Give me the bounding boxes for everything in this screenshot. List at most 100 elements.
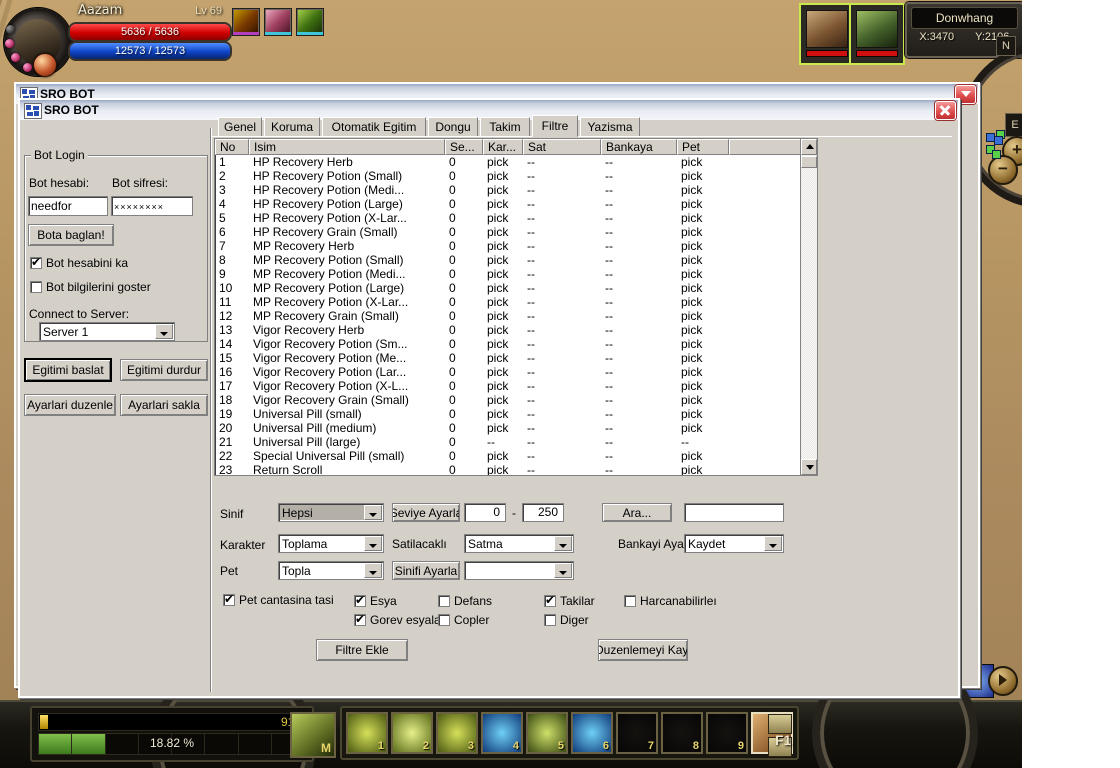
server-select[interactable]: Server 1 bbox=[39, 322, 175, 341]
start-training-button[interactable]: Egitimi baslat bbox=[24, 358, 112, 382]
bot-password-input[interactable]: ×××××××× bbox=[111, 196, 193, 216]
hide-settings-button[interactable]: Ayarlari sakla bbox=[120, 394, 208, 416]
skill-slot[interactable]: 5 bbox=[526, 712, 568, 754]
column-header[interactable]: Se... bbox=[445, 139, 483, 155]
search-button[interactable]: Ara... bbox=[602, 503, 672, 522]
pet-select[interactable]: Topla bbox=[278, 561, 384, 580]
skill-slot[interactable]: 8 bbox=[661, 712, 703, 754]
checkbox-diger[interactable]: Diger bbox=[544, 614, 589, 627]
table-row[interactable]: 19 Universal Pill (small) 0 pick -- -- pick bbox=[215, 407, 817, 421]
table-row[interactable]: 1 HP Recovery Herb 0 pick -- -- pick bbox=[215, 155, 817, 169]
column-header[interactable]: No bbox=[215, 139, 249, 155]
skill-slot[interactable]: 3 bbox=[436, 712, 478, 754]
table-row[interactable]: 5 HP Recovery Potion (X-Lar... 0 pick -- -- pi… bbox=[215, 211, 817, 225]
table-row[interactable]: 9 MP Recovery Potion (Medi... 0 pick -- -- pic… bbox=[215, 267, 817, 281]
show-bot-info-checkbox[interactable]: Bot bilgilerini goster bbox=[30, 281, 151, 294]
checkbox-gorev-esyala[interactable]: Gorev esyala bbox=[354, 612, 441, 627]
table-row[interactable]: 7 MP Recovery Herb 0 pick -- -- pick bbox=[215, 239, 817, 253]
satilacakla-select[interactable]: Satma bbox=[464, 534, 574, 553]
vertical-scrollbar[interactable] bbox=[800, 139, 817, 475]
level-min-input[interactable]: 0 bbox=[464, 503, 506, 522]
save-edit-button[interactable]: Duzenlemeyi Kaydet bbox=[598, 639, 688, 661]
chevron-down-icon[interactable] bbox=[364, 536, 382, 551]
table-row[interactable]: 6 HP Recovery Grain (Small) 0 pick -- -- pick bbox=[215, 225, 817, 239]
skill-slot[interactable]: 7 bbox=[616, 712, 658, 754]
skill-slot[interactable]: 6 bbox=[571, 712, 613, 754]
table-row[interactable]: 3 HP Recovery Potion (Medi... 0 pick -- -- pic… bbox=[215, 183, 817, 197]
table-row[interactable]: 20 Universal Pill (medium) 0 pick -- -- pick bbox=[215, 421, 817, 435]
tab-otomatik-egitim[interactable]: Otomatik Egitim bbox=[322, 117, 426, 136]
filter-table[interactable]: No Isim Se... Kar... Sat Bankaya Pet 1 HP Recov… bbox=[214, 138, 818, 476]
table-row[interactable]: 8 MP Recovery Potion (Small) 0 pick -- -- pick bbox=[215, 253, 817, 267]
checkbox-defans[interactable]: Defans bbox=[438, 595, 492, 608]
chevron-down-icon[interactable] bbox=[364, 563, 382, 578]
connect-bot-button[interactable]: Bota baglan! bbox=[28, 224, 114, 246]
add-filter-button[interactable]: Filtre Ekle bbox=[316, 639, 408, 661]
column-header[interactable]: Sat bbox=[523, 139, 601, 155]
checkbox-pet-cantasina-tasi[interactable]: Pet cantasina tasi bbox=[223, 592, 334, 607]
pet-slot-fox[interactable] bbox=[851, 5, 903, 63]
bot-account-input[interactable]: needfor bbox=[28, 196, 108, 216]
pet-slot-horse[interactable] bbox=[801, 5, 853, 63]
table-row[interactable]: 4 HP Recovery Potion (Large) 0 pick -- -- pick bbox=[215, 197, 817, 211]
tab-koruma[interactable]: Koruma bbox=[264, 117, 320, 136]
table-row[interactable]: 22 Special Universal Pill (small) 0 pick -- -… bbox=[215, 449, 817, 463]
tab-dongu[interactable]: Dongu bbox=[428, 117, 478, 136]
scroll-down-button[interactable] bbox=[801, 459, 817, 475]
chevron-down-icon[interactable] bbox=[554, 563, 572, 578]
tab-yazisma[interactable]: Yazisma bbox=[580, 117, 640, 136]
checkbox-esya[interactable]: Esya bbox=[354, 593, 397, 608]
auto-play-button[interactable] bbox=[988, 666, 1018, 696]
remember-account-checkbox[interactable]: Bot hesabini ka bbox=[30, 255, 166, 270]
table-row[interactable]: 13 Vigor Recovery Herb 0 pick -- -- pick bbox=[215, 323, 817, 337]
karakter-select[interactable]: Toplama bbox=[278, 534, 384, 553]
scrollbar-thumb[interactable] bbox=[801, 156, 817, 168]
minimap-zoom-out-button[interactable]: − bbox=[988, 155, 1018, 185]
sro-bot-window[interactable]: SRO BOT Bot Login Bot hesabi: Bot sifres… bbox=[18, 98, 960, 698]
tab-filtre[interactable]: Filtre bbox=[532, 115, 578, 137]
column-header[interactable]: Kar... bbox=[483, 139, 523, 155]
stop-training-button[interactable]: Egitimi durdur bbox=[120, 359, 208, 381]
column-header[interactable]: Bankaya bbox=[601, 139, 677, 155]
edit-settings-button[interactable]: Ayarlari duzenle bbox=[24, 394, 116, 416]
chevron-down-icon[interactable] bbox=[554, 536, 572, 551]
table-row[interactable]: 10 MP Recovery Potion (Large) 0 pick -- -- pic… bbox=[215, 281, 817, 295]
table-row[interactable]: 21 Universal Pill (large) 0 -- -- -- -- bbox=[215, 435, 817, 449]
buff-icon[interactable] bbox=[264, 8, 292, 36]
column-header[interactable] bbox=[729, 139, 803, 155]
table-row[interactable]: 23 Return Scroll 0 pick -- -- pick bbox=[215, 463, 817, 475]
sinif-select[interactable]: Hepsi bbox=[278, 503, 384, 522]
level-max-input[interactable]: 250 bbox=[522, 503, 564, 522]
scrollbar-track[interactable] bbox=[801, 155, 817, 459]
checkbox-copler[interactable]: Copler bbox=[438, 614, 489, 627]
bankayi-select[interactable]: Kaydet bbox=[684, 534, 784, 553]
table-row[interactable]: 12 MP Recovery Grain (Small) 0 pick -- -- pick bbox=[215, 309, 817, 323]
skill-slot[interactable]: 2 bbox=[391, 712, 433, 754]
checkbox-harcanabilirler[interactable]: Harcanabilirleı bbox=[624, 595, 717, 608]
table-row[interactable]: 16 Vigor Recovery Potion (Lar... 0 pick -- --… bbox=[215, 365, 817, 379]
buff-icon[interactable] bbox=[232, 8, 260, 36]
tab-genel[interactable]: Genel bbox=[218, 117, 262, 136]
search-input[interactable] bbox=[684, 503, 784, 522]
skill-slot[interactable]: 1 bbox=[346, 712, 388, 754]
table-row[interactable]: 11 MP Recovery Potion (X-Lar... 0 pick -- -- p… bbox=[215, 295, 817, 309]
table-row[interactable]: 17 Vigor Recovery Potion (X-L... 0 pick -- --… bbox=[215, 379, 817, 393]
buff-icon[interactable] bbox=[296, 8, 324, 36]
checkbox-takilar[interactable]: Takilar bbox=[544, 593, 595, 608]
table-row[interactable]: 18 Vigor Recovery Grain (Small) 0 pick -- -- p… bbox=[215, 393, 817, 407]
column-header[interactable]: Isim bbox=[249, 139, 445, 155]
skill-slot[interactable]: 4 bbox=[481, 712, 523, 754]
table-row[interactable]: 14 Vigor Recovery Potion (Sm... 0 pick -- -- p… bbox=[215, 337, 817, 351]
hotbar-page-up-icon[interactable] bbox=[768, 714, 792, 734]
table-row[interactable]: 2 HP Recovery Potion (Small) 0 pick -- -- pick bbox=[215, 169, 817, 183]
chevron-down-icon[interactable] bbox=[764, 536, 782, 551]
sinifi-select[interactable] bbox=[464, 561, 574, 580]
scroll-up-button[interactable] bbox=[801, 139, 817, 155]
column-header[interactable]: Pet bbox=[677, 139, 729, 155]
chevron-down-icon[interactable] bbox=[155, 324, 173, 339]
set-class-button[interactable]: Sinifi Ayarla bbox=[392, 561, 460, 580]
skill-slot[interactable]: 9 bbox=[706, 712, 748, 754]
set-level-button[interactable]: Seviye Ayarla bbox=[392, 503, 460, 522]
mount-slot[interactable]: M bbox=[290, 712, 336, 758]
tab-takim[interactable]: Takim bbox=[480, 117, 530, 136]
